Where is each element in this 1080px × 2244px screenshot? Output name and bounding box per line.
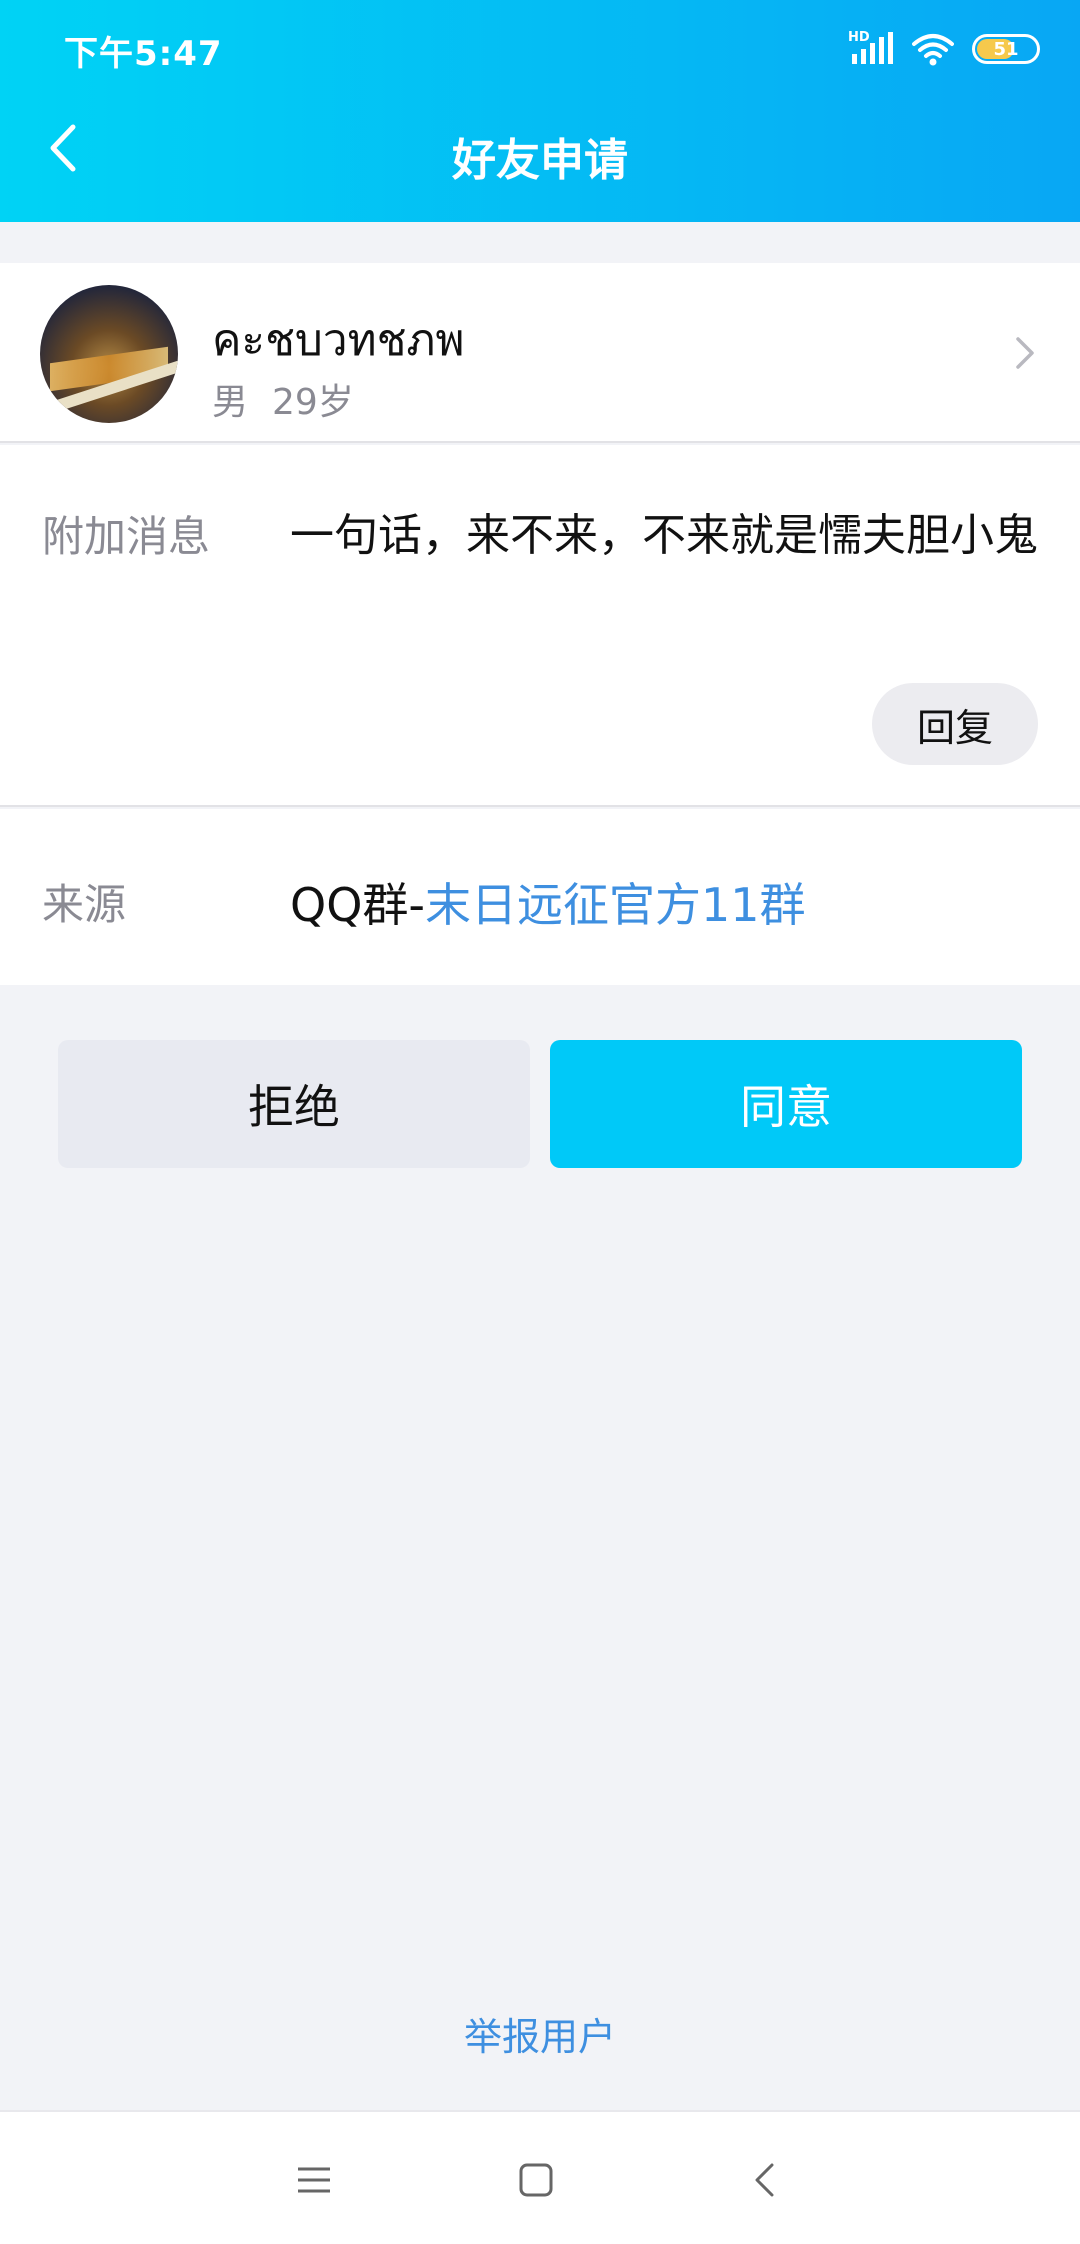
message-text: 一句话，来不来，不来就是懦夫胆小鬼 [290, 510, 1038, 561]
menu-icon [298, 2167, 330, 2193]
report-user-link[interactable]: 举报用户 [0, 2006, 1080, 2061]
page-title: 好友申请 [452, 135, 628, 186]
system-nav-bar [0, 2110, 1080, 2244]
source-label: 来源 [42, 880, 127, 929]
friend-request-screen: 下午5:47 HD 51 好友申请 คะชบวทชภพ 男 29岁 附加消息 一… [0, 0, 1080, 2244]
nav-menu-button[interactable] [284, 2150, 344, 2210]
profile-meta: 男 29岁 [212, 373, 354, 425]
agree-button[interactable]: 同意 [550, 1040, 1022, 1168]
message-label: 附加消息 [42, 512, 211, 561]
back-arrow-icon [755, 2163, 774, 2197]
profile-card[interactable]: คะชบวทชภพ 男 29岁 [0, 263, 1080, 443]
source-prefix: QQ群- [290, 878, 426, 932]
battery-icon: 51 [972, 34, 1040, 64]
avatar[interactable] [40, 285, 178, 423]
profile-age: 29岁 [272, 382, 354, 423]
profile-name: คะชบวทชภพ [212, 315, 465, 366]
battery-level: 51 [993, 38, 1019, 60]
nav-home-button[interactable] [506, 2150, 566, 2210]
header: 下午5:47 HD 51 好友申请 [0, 0, 1080, 222]
source-value: QQ群-末日远征官方11群 [290, 869, 806, 935]
nav-back-button[interactable] [734, 2150, 794, 2210]
reject-button[interactable]: 拒绝 [58, 1040, 530, 1168]
message-section: 附加消息 一句话，来不来，不来就是懦夫胆小鬼 回复 [0, 445, 1080, 807]
chevron-right-icon [1016, 337, 1034, 369]
reply-button[interactable]: 回复 [872, 683, 1038, 765]
source-section: 来源 QQ群-末日远征官方11群 [0, 809, 1080, 985]
status-time: 下午5:47 [64, 34, 223, 74]
wifi-icon [912, 34, 954, 66]
home-square-icon [519, 2163, 553, 2197]
source-group-link[interactable]: 末日远征官方11群 [425, 878, 806, 932]
status-icons: HD 51 [848, 28, 1040, 70]
signal-icon: HD [848, 30, 894, 66]
profile-gender: 男 [212, 382, 249, 423]
